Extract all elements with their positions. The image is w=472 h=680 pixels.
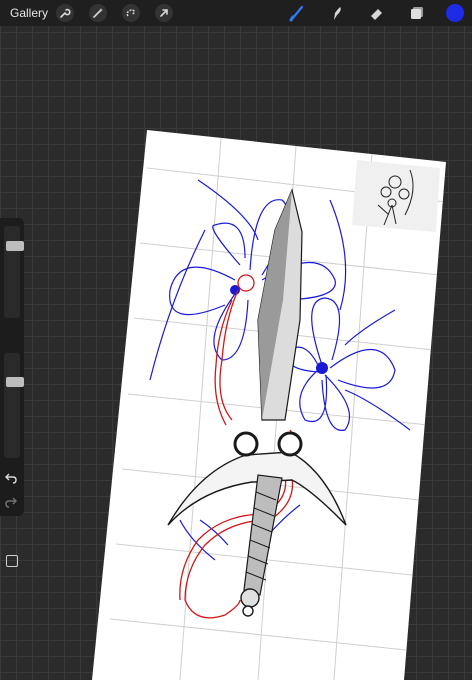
drawing-canvas[interactable]: [0, 0, 472, 680]
reference-thumbnail: [352, 160, 440, 232]
